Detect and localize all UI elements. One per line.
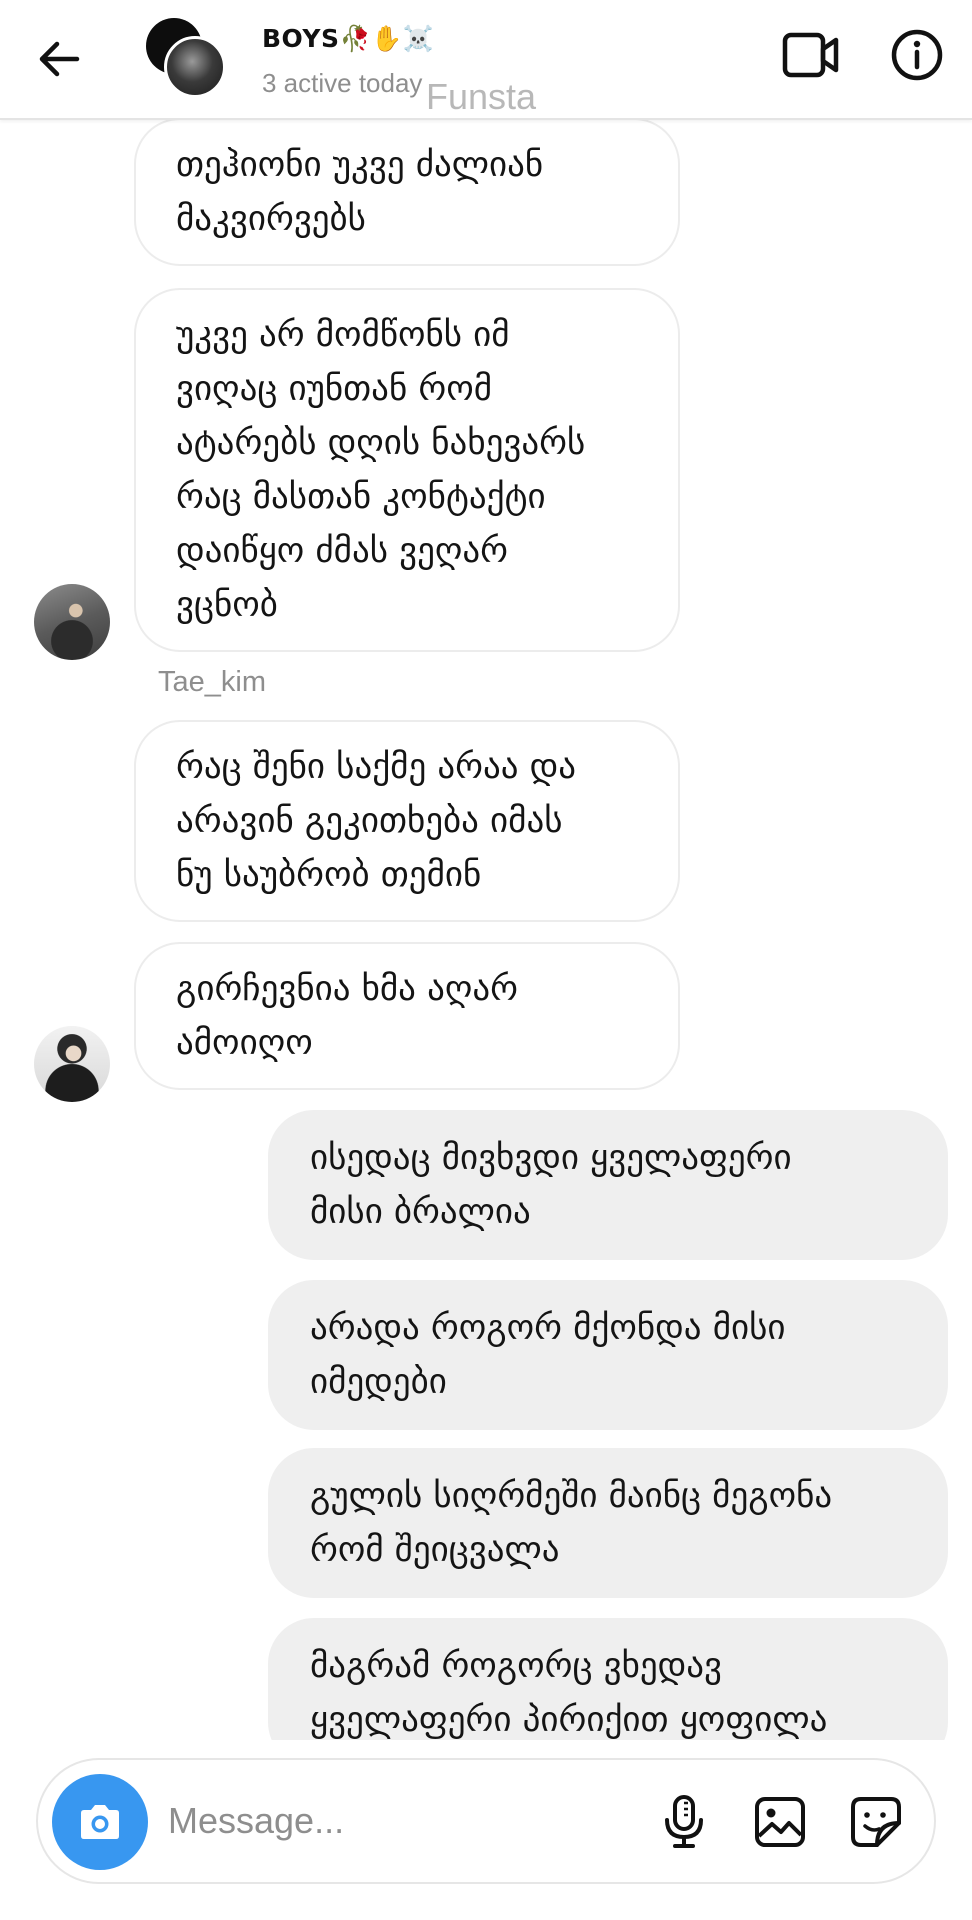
voice-message-button[interactable]	[652, 1790, 716, 1854]
sender-avatar[interactable]	[34, 584, 110, 660]
chat-title[interactable]: BOYS🥀✋☠️	[262, 24, 434, 54]
message-thread[interactable]: თეჰიონი უკვე ძალიან მაკვირვებს უკვე არ მ…	[0, 120, 972, 1740]
info-button[interactable]	[888, 26, 946, 84]
sticker-icon	[851, 1797, 901, 1847]
message-composer	[36, 1758, 936, 1884]
sender-name: Tae_kim	[158, 666, 266, 698]
incoming-message[interactable]: თეჰიონი უკვე ძალიან მაკვირვებს	[134, 120, 680, 266]
sticker-button[interactable]	[844, 1790, 908, 1854]
funsta-watermark: Funsta	[426, 76, 537, 117]
sender-avatar[interactable]	[34, 1026, 110, 1102]
outgoing-message[interactable]: ისედაც მივხვდი ყველაფერი მისი ბრალია	[268, 1110, 948, 1260]
message-input[interactable]	[168, 1790, 548, 1852]
camera-icon	[81, 1805, 119, 1839]
microphone-icon	[665, 1795, 703, 1848]
info-icon	[891, 29, 943, 81]
back-button[interactable]	[30, 30, 88, 88]
incoming-message[interactable]: რაც შენი საქმე არაა და არავინ გეკითხება …	[134, 720, 680, 922]
video-camera-icon	[782, 32, 839, 78]
group-avatar[interactable]	[146, 18, 226, 98]
arrow-left-icon	[39, 41, 80, 77]
image-gallery-icon	[755, 1797, 805, 1847]
active-status: 3 active today	[262, 68, 423, 98]
group-avatar-front	[164, 36, 226, 98]
outgoing-message[interactable]: მაგრამ როგორც ვხედავ ყველაფერი პირიქით ყ…	[268, 1618, 948, 1740]
video-call-button[interactable]	[780, 24, 842, 86]
outgoing-message[interactable]: გულის სიღრმეში მაინც მეგონა რომ შეიცვალა	[268, 1448, 948, 1598]
gallery-button[interactable]	[748, 1790, 812, 1854]
incoming-message[interactable]: გირჩევნია ხმა აღარ ამოიღო	[134, 942, 680, 1090]
outgoing-message[interactable]: არადა როგორ მქონდა მისი იმედები	[268, 1280, 948, 1430]
incoming-message[interactable]: უკვე არ მომწონს იმ ვიღაც იუნთან რომ ატარ…	[134, 288, 680, 652]
camera-button[interactable]	[52, 1774, 148, 1870]
